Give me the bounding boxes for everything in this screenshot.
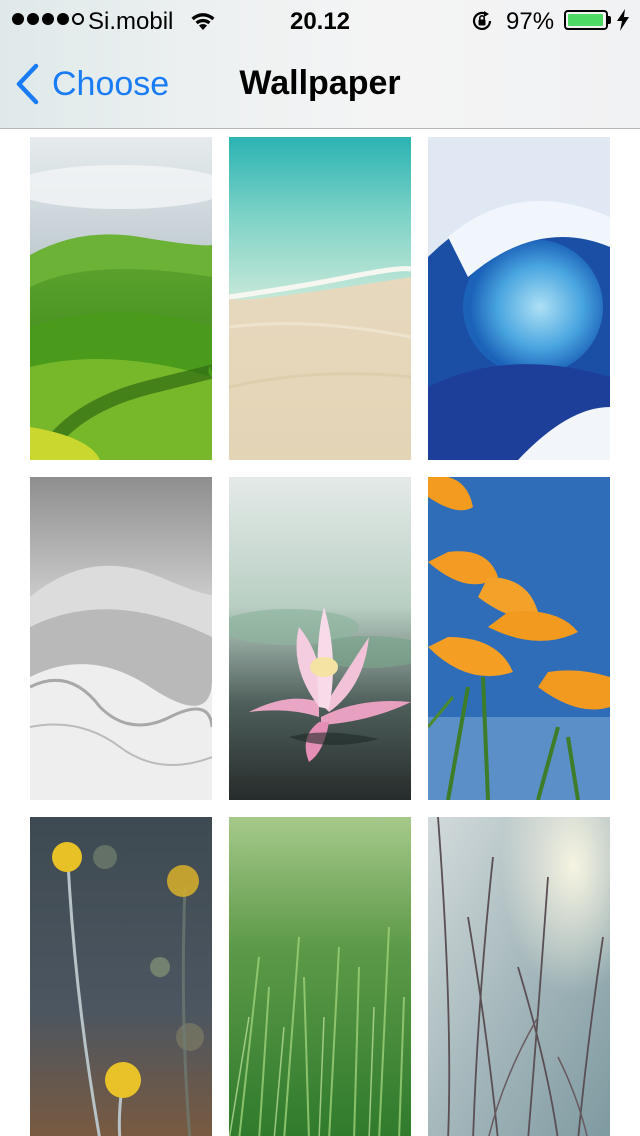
wallpaper-thumbnail-ocean-wave-blue[interactable] [428,137,610,460]
navigation-bar: Choose Wallpaper [0,40,640,128]
wallpaper-thumbnail-beach-shore[interactable] [229,137,411,460]
wallpaper-thumbnail-orange-poppies[interactable] [428,477,610,800]
page-title: Wallpaper [239,64,401,102]
wallpaper-thumbnail-yellow-billy-buttons[interactable] [30,817,212,1136]
battery-icon [564,10,608,30]
charging-bolt-icon [616,9,630,37]
battery-level-fill [568,14,603,26]
wallpaper-screen: Si.mobil 20.12 97% Choose Wallpaper [0,0,640,1136]
battery-terminal [608,16,611,24]
rotation-lock-icon [470,9,494,39]
status-bar: Si.mobil 20.12 97% [0,0,640,40]
wallpaper-thumbnail-grass-stems-light[interactable] [428,817,610,1136]
wallpaper-grid [0,128,640,1136]
wallpaper-thumbnail-green-grass-dew[interactable] [229,817,411,1136]
wallpaper-thumbnail-ocean-wave-bw[interactable] [30,477,212,800]
wallpaper-thumbnail-lotus-flower[interactable] [229,477,411,800]
wallpaper-thumbnail-green-hills[interactable] [30,137,212,460]
top-bar: Si.mobil 20.12 97% Choose Wallpaper [0,0,640,129]
battery-percent: 97% [506,8,555,35]
